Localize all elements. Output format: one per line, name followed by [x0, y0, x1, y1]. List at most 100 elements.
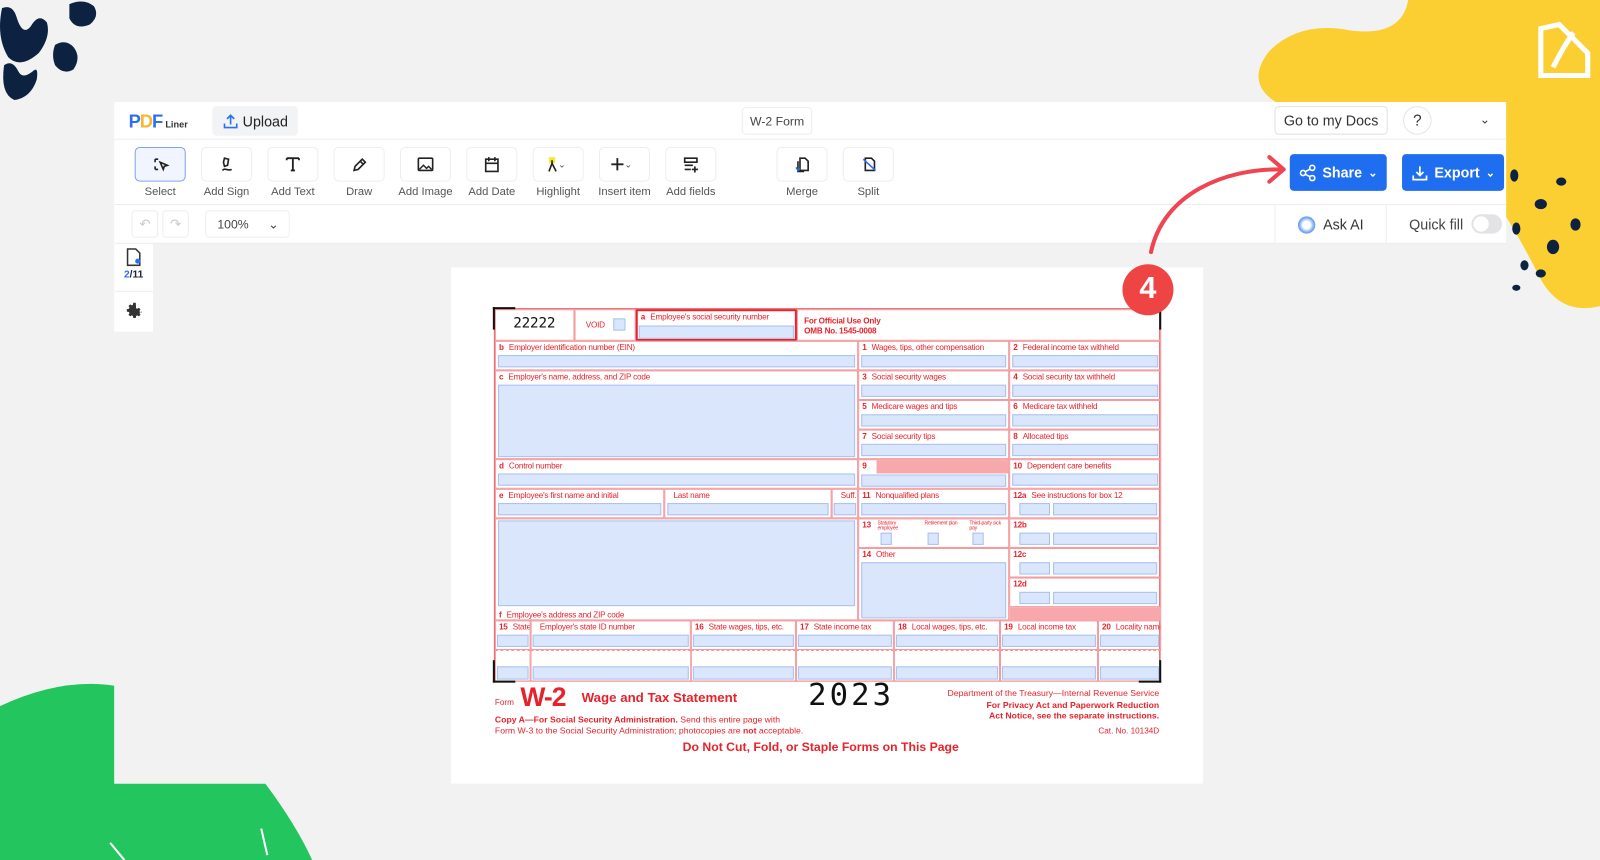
undo-button[interactable]: ↶	[131, 210, 159, 238]
tool-icon-box	[333, 146, 385, 182]
chevron-down-icon[interactable]: ⌄	[1480, 112, 1490, 126]
b12d-code-field[interactable]	[1019, 591, 1050, 605]
b16-field-2[interactable]	[692, 666, 794, 680]
chevron-down-icon: ⌄	[1368, 166, 1378, 180]
export-label: Export	[1434, 164, 1480, 181]
tool-icon-box	[134, 146, 186, 182]
share-icon	[1299, 163, 1316, 181]
toolbar: Select Add Sign Add Text Draw Add Image Add D…	[114, 139, 1507, 206]
crop-mark	[1138, 660, 1162, 683]
upload-button[interactable]: Upload	[212, 106, 298, 136]
tool-highlight[interactable]: ⌄ Highlight	[529, 146, 588, 198]
ssn-field[interactable]	[638, 325, 794, 339]
tool-label: Split	[857, 185, 880, 198]
pages-button[interactable]: 2/11	[114, 248, 153, 281]
b15id-field-2[interactable]	[532, 666, 689, 680]
share-button[interactable]: Share ⌄	[1289, 154, 1387, 191]
b2-field[interactable]	[1012, 355, 1159, 368]
tool-merge[interactable]: Merge	[772, 146, 831, 198]
help-button[interactable]: ?	[1403, 106, 1432, 135]
crop-mark	[1138, 307, 1162, 330]
b10-field[interactable]	[1012, 473, 1159, 486]
last-name-field[interactable]	[667, 503, 829, 516]
zoom-select[interactable]: 100% ⌄	[205, 210, 290, 238]
b19-field-1[interactable]	[1002, 634, 1096, 647]
control-number-field[interactable]	[497, 473, 856, 486]
tool-draw[interactable]: Draw	[330, 146, 389, 198]
b11-field[interactable]	[861, 503, 1007, 516]
b12c-code-field[interactable]	[1019, 562, 1050, 575]
suffix-field[interactable]	[833, 503, 857, 516]
employee-address-field[interactable]	[497, 520, 856, 607]
b3-field[interactable]	[861, 384, 1007, 397]
box12-shade[interactable]	[1009, 607, 1162, 621]
b15-field-1[interactable]	[496, 634, 529, 647]
b13-checkbox[interactable]	[972, 532, 984, 545]
b4-field[interactable]	[1012, 384, 1159, 397]
settings-gear-icon[interactable]	[123, 301, 143, 321]
tool-insert-item[interactable]: ⌄ Insert item	[595, 146, 654, 198]
b12b-amount-field[interactable]	[1053, 532, 1158, 545]
b13-option-label: Statutory employee	[877, 520, 899, 532]
b8-field[interactable]	[1012, 443, 1159, 457]
b14-field[interactable]	[861, 562, 1007, 619]
image-icon	[417, 157, 434, 172]
ai-orb-icon	[1297, 215, 1315, 234]
tool-icon-box	[201, 146, 253, 182]
b1-field[interactable]	[861, 355, 1007, 368]
b5-field[interactable]	[861, 414, 1007, 427]
step-number: 4	[1139, 271, 1157, 306]
b6-field[interactable]	[1012, 414, 1159, 427]
b9-field[interactable]	[861, 474, 1007, 487]
go-to-my-docs-button[interactable]: Go to my Docs	[1274, 106, 1388, 135]
b12d-amount-field[interactable]	[1053, 591, 1158, 605]
tool-icon-box: ⌄	[598, 146, 650, 182]
employer-name-field[interactable]	[497, 384, 856, 458]
b12b-code-field[interactable]	[1019, 532, 1050, 545]
b12a-code-field[interactable]	[1019, 503, 1050, 516]
page-icon	[126, 248, 141, 267]
b18-field-1[interactable]	[895, 634, 998, 647]
add-fields-icon	[683, 157, 698, 173]
quick-fill-toggle[interactable]	[1471, 214, 1503, 234]
b17-field-1[interactable]	[797, 634, 892, 647]
b7-field[interactable]	[861, 443, 1007, 457]
tool-select[interactable]: Select	[131, 146, 190, 198]
b16-field-1[interactable]	[692, 634, 794, 647]
void-checkbox[interactable]	[613, 318, 626, 331]
svg-text:⌄: ⌄	[624, 159, 632, 169]
b20-field-1[interactable]	[1099, 634, 1160, 647]
calendar-icon	[484, 157, 499, 173]
ein-field[interactable]	[497, 355, 856, 368]
select-cursor-icon	[154, 158, 170, 172]
redo-button[interactable]: ↷	[162, 210, 189, 238]
sub-toolbar: ↶ ↷ 100% ⌄ Ask AI Quick fill	[114, 205, 1507, 244]
tool-add-fields[interactable]: Add fields	[661, 146, 720, 198]
tool-icon-box: ⌄	[532, 146, 584, 182]
form-name: W-2	[520, 681, 566, 713]
b13-checkbox[interactable]	[927, 532, 939, 545]
merge-icon	[795, 157, 809, 173]
tool-add-date[interactable]: Add Date	[462, 146, 521, 198]
w2-form: 22222 VOID a Employee's social security num…	[492, 307, 1162, 683]
tool-add-text[interactable]: Add Text	[263, 146, 322, 198]
pdfliner-logo[interactable]: PDF Liner	[129, 111, 188, 132]
b12c-amount-field[interactable]	[1053, 562, 1158, 575]
tool-icon-box	[466, 146, 518, 182]
tool-add-sign[interactable]: Add Sign	[197, 146, 256, 198]
box9-shade[interactable]	[876, 460, 1009, 474]
b19-field-2[interactable]	[1002, 666, 1096, 680]
first-name-field[interactable]	[497, 503, 662, 516]
b13-checkbox[interactable]	[880, 532, 892, 545]
export-button[interactable]: Export ⌄	[1402, 154, 1505, 191]
ask-ai-button[interactable]: Ask AI	[1274, 205, 1387, 244]
tool-split[interactable]: Split	[839, 146, 898, 198]
tool-add-image[interactable]: Add Image	[396, 146, 455, 198]
b12a-amount-field[interactable]	[1053, 503, 1158, 516]
b18-field-2[interactable]	[895, 666, 998, 680]
tool-label: Add Date	[468, 185, 516, 198]
b15id-field-1[interactable]	[532, 634, 689, 647]
document-title[interactable]: W-2 Form	[741, 107, 813, 135]
tool-label: Add Sign	[203, 185, 250, 198]
tool-label: Merge	[786, 185, 818, 198]
